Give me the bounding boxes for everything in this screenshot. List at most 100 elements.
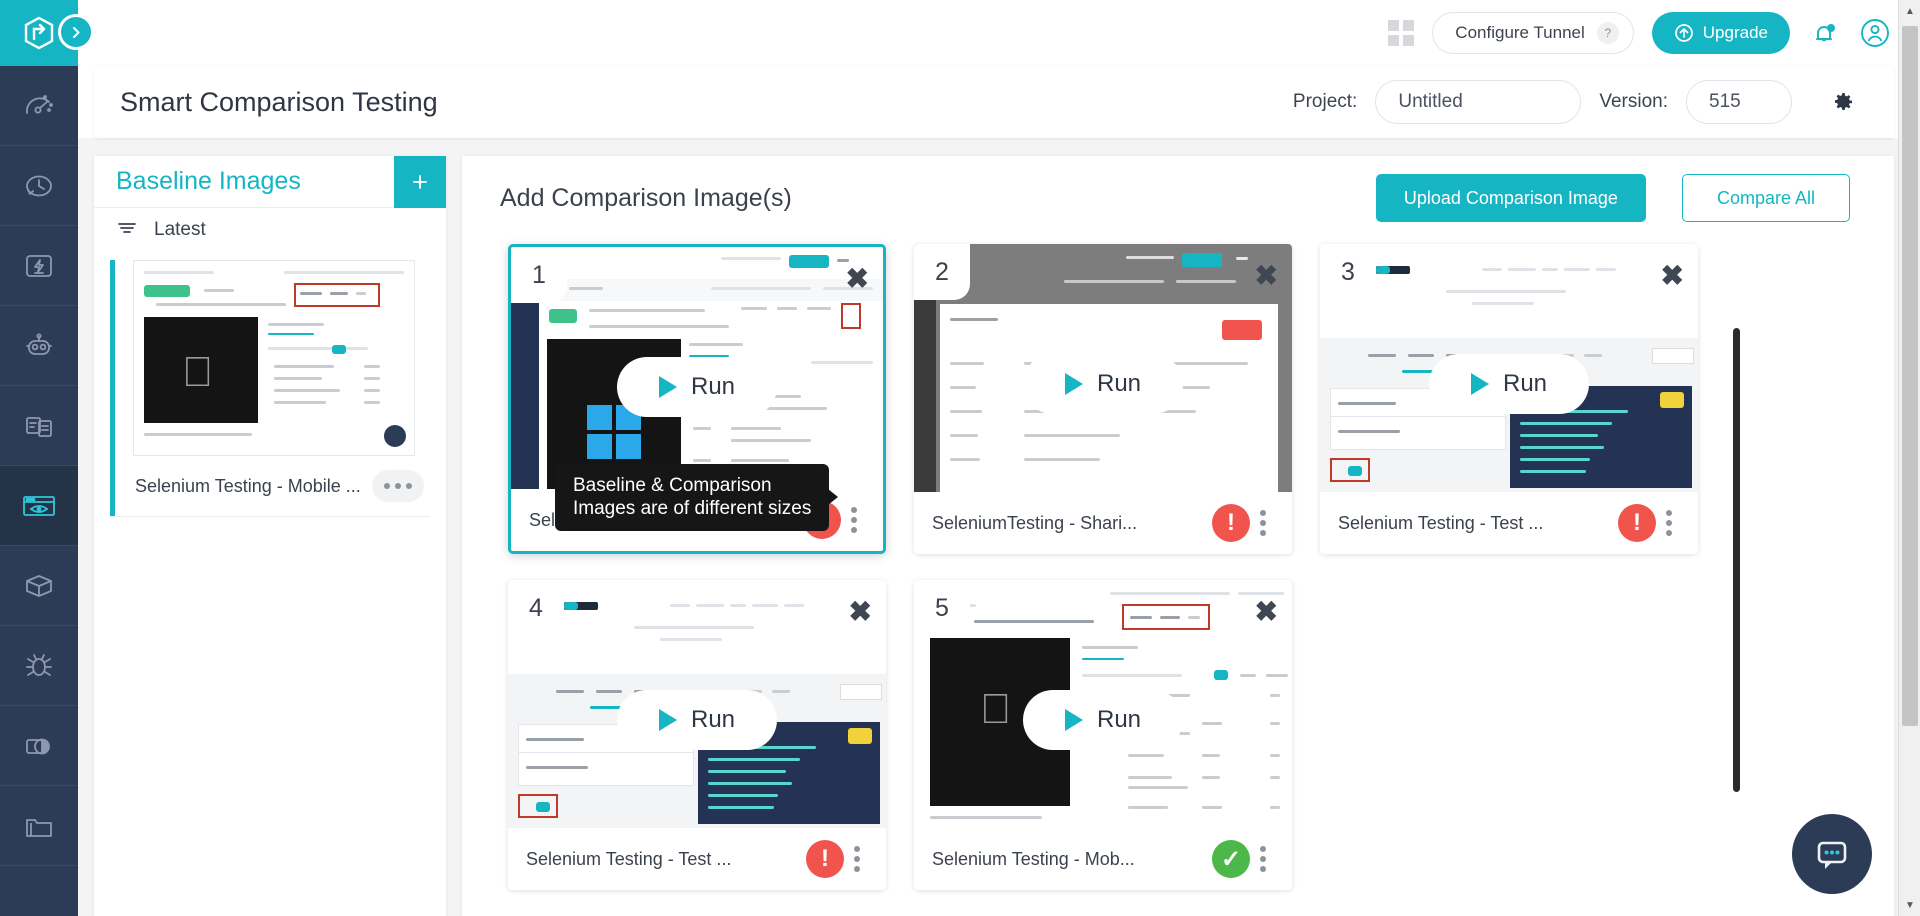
settings-button[interactable] [1822,81,1864,123]
scroll-down-arrow[interactable]: ▼ [1899,894,1920,916]
sidebar-item-smart-visual-testing[interactable] [0,466,78,546]
version-selector[interactable]: 515 [1686,80,1792,124]
status-badge[interactable]: ! [1618,504,1656,542]
sidebar-item-test-logs[interactable] [0,386,78,466]
run-button[interactable]: Run [617,690,777,750]
run-label: Run [690,373,736,400]
comparison-card-number: 4 [508,580,564,636]
sidebar-item-automation[interactable] [0,306,78,386]
lightning-box-icon [22,249,56,283]
baseline-thumbnail[interactable]:  [133,260,415,456]
run-button[interactable]: Run [1023,690,1183,750]
run-button[interactable]: Run [1023,354,1183,414]
comparison-card[interactable]: 1 ✖ Run Sele... ! Baseline & Comparison … [508,244,886,554]
project-selector[interactable]: Untitled [1375,80,1582,124]
configure-tunnel-label: Configure Tunnel [1455,23,1585,42]
sidebar-item-dashboard[interactable] [0,66,78,146]
box-package-icon [22,569,56,603]
gear-icon [1835,93,1852,110]
comparison-card-number: 1 [511,247,567,303]
run-label: Run [1096,370,1142,397]
project-label: Project: [1292,91,1358,112]
comparison-card-more-options[interactable] [1250,846,1276,872]
comparison-card-name: SeleniumTesting - Shari... [932,512,1138,533]
comparison-card-more-options[interactable] [1250,510,1276,536]
baseline-card-name: Selenium Testing - Mobile ... [135,475,361,496]
project-value: Untitled [1398,91,1463,112]
play-icon [1064,709,1083,731]
close-icon[interactable]: ✖ [1255,262,1278,290]
comparison-card[interactable]:  [914,580,1292,890]
comparison-card[interactable]: 2 ✖ Run SeleniumTesting - Shari... ! [914,244,1292,554]
baseline-images-panel: Baseline Images + Latest Selenium Testin… [94,156,446,916]
version-label: Version: [1599,91,1668,112]
help-badge[interactable]: ? [1596,22,1619,44]
top-bar: Configure Tunnel ? Upgrade [78,0,1920,66]
play-icon [1064,373,1083,395]
comparison-panel-title: Add Comparison Image(s) [500,183,792,212]
status-badge[interactable]: ! [1212,504,1250,542]
clock-history-icon [22,169,56,203]
run-button[interactable]: Run [1429,354,1589,414]
status-badge[interactable]: ! [806,840,844,878]
scrollbar-thumb[interactable] [1902,26,1918,726]
close-icon[interactable]: ✖ [1661,262,1684,290]
tooltip-line-1: Baseline & Comparison [573,474,772,496]
chat-bubble-icon [1817,841,1847,869]
comparison-card-number: 3 [1320,244,1376,300]
baseline-filter-label: Latest [154,219,206,240]
apps-grid-icon[interactable] [1388,20,1415,46]
left-nav-rail [0,0,94,916]
bell-icon[interactable] [1808,17,1840,49]
configure-tunnel-button[interactable]: Configure Tunnel ? [1432,12,1634,54]
folder-icon [22,809,56,843]
sidebar-item-projects[interactable] [0,786,78,866]
comparison-card-more-options[interactable] [844,846,870,872]
baseline-panel-header: Baseline Images + [94,156,446,208]
comparison-panel: Add Comparison Image(s) Upload Compariso… [462,156,1894,916]
comparison-card-number: 2 [914,244,970,300]
close-icon[interactable]: ✖ [846,265,869,293]
filter-icon[interactable] [116,219,138,242]
baseline-panel-title: Baseline Images [116,167,301,195]
version-value: 515 [1709,91,1741,112]
baseline-card-more-options[interactable] [372,470,424,502]
run-button[interactable]: Run [617,357,777,417]
sidebar-item-realtime[interactable] [0,226,78,306]
upgrade-button[interactable]: Upgrade [1651,12,1790,54]
baseline-card[interactable]:  Selenium Test [110,260,430,516]
play-icon [658,709,677,731]
comparison-card-more-options[interactable] [841,507,867,533]
sidebar-expand-button[interactable] [58,14,94,50]
comparison-card-number: 5 [914,580,970,636]
speedometer-icon [22,89,56,123]
scroll-up-arrow[interactable]: ▲ [1899,0,1920,22]
sidebar-item-issue-tracker[interactable] [0,626,78,706]
comparison-card-grid: 1 ✖ Run Sele... ! Baseline & Comparison … [462,240,1894,890]
sidebar-item-timeline[interactable] [0,146,78,226]
page-title: Smart Comparison Testing [120,86,438,117]
status-badge[interactable]: ✓ [1212,840,1250,878]
comparison-card[interactable]: 4 ✖ Run Selenium Testing - Test ... ! [508,580,886,890]
upload-comparison-image-button[interactable]: Upload Comparison Image [1375,174,1646,222]
comparison-panel-scrollbar[interactable] [1733,328,1740,792]
compare-all-button[interactable]: Compare All [1681,174,1850,222]
comparison-card[interactable]: 3 ✖ Run Selenium Testing - Test ... ! [1320,244,1740,792]
close-icon[interactable]: ✖ [1255,598,1278,626]
comparison-card-name: Selenium Testing - Test ... [526,848,732,869]
add-baseline-button[interactable]: + [394,156,446,208]
close-icon[interactable]: ✖ [849,598,872,626]
user-account-icon[interactable] [1858,16,1892,50]
comparison-card-more-options[interactable] [1656,510,1682,536]
comparison-card-name: Selenium Testing - Mob... [932,848,1135,869]
bug-icon [22,649,56,683]
comparison-card-footer: Selenium Testing - Test ... ! [508,828,886,890]
page-scrollbar[interactable]: ▲ ▼ [1898,0,1920,916]
size-mismatch-tooltip: Baseline & Comparison Images are of diff… [555,463,839,531]
sidebar-item-integrations[interactable] [0,546,78,626]
comparison-card-footer: Selenium Testing - Mob... ✓ [914,828,1292,890]
chat-support-button[interactable] [1792,814,1872,894]
comparison-card-footer: SeleniumTesting - Shari... ! [914,492,1292,554]
contrast-compare-icon [22,729,56,763]
sidebar-item-visual-comparison[interactable] [0,706,78,786]
